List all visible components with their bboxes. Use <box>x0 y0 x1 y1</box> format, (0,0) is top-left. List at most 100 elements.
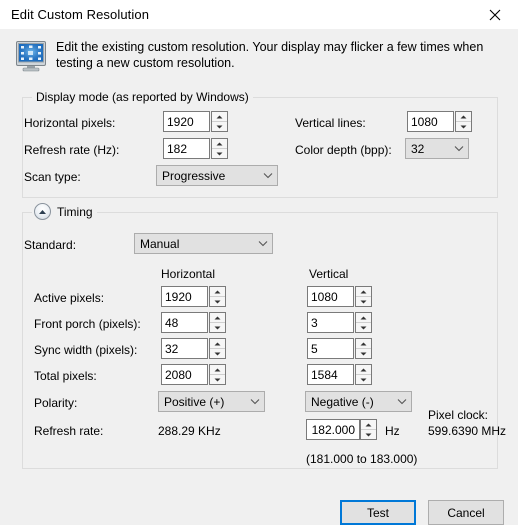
total-pixels-label: Total pixels: <box>34 369 97 383</box>
polarity-horizontal-value: Positive (+) <box>159 395 245 409</box>
front-porch-v-spin-buttons[interactable] <box>355 312 372 333</box>
spin-down-icon[interactable] <box>210 349 225 358</box>
spin-up-icon[interactable] <box>356 287 371 297</box>
timing-legend: Timing <box>32 203 97 220</box>
spin-down-icon[interactable] <box>356 349 371 358</box>
active-pixels-h-stepper[interactable] <box>161 286 226 307</box>
spin-up-icon[interactable] <box>212 139 227 149</box>
chevron-down-icon <box>449 145 468 152</box>
window-title: Edit Custom Resolution <box>11 7 149 22</box>
spin-up-icon[interactable] <box>212 112 227 122</box>
pixel-clock-value: 599.6390 MHz <box>428 424 506 438</box>
refresh-rate-hz-label: Refresh rate (Hz): <box>24 143 119 157</box>
close-icon <box>489 9 501 21</box>
spin-down-icon[interactable] <box>356 297 371 306</box>
total-pixels-h-input[interactable] <box>161 364 208 385</box>
horizontal-pixels-stepper[interactable] <box>163 111 228 132</box>
pixel-clock-label: Pixel clock: <box>428 408 488 422</box>
timing-refresh-rate-vertical-input[interactable] <box>306 419 360 440</box>
polarity-vertical-combobox[interactable]: Negative (-) <box>305 391 412 412</box>
scan-type-value: Progressive <box>157 169 258 183</box>
spin-up-icon[interactable] <box>210 365 225 375</box>
timing-collapse-button[interactable] <box>34 203 51 220</box>
spin-down-icon[interactable] <box>210 297 225 306</box>
spin-up-icon[interactable] <box>210 287 225 297</box>
spin-down-icon[interactable] <box>361 430 376 439</box>
polarity-vertical-value: Negative (-) <box>306 395 392 409</box>
info-banner: Edit the existing custom resolution. You… <box>0 29 518 87</box>
title-bar: Edit Custom Resolution <box>0 0 518 29</box>
standard-combobox[interactable]: Manual <box>134 233 273 254</box>
front-porch-v-stepper[interactable] <box>307 312 372 333</box>
horizontal-pixels-spin-buttons[interactable] <box>211 111 228 132</box>
standard-label: Standard: <box>24 238 76 252</box>
active-pixels-v-input[interactable] <box>307 286 354 307</box>
total-pixels-v-stepper[interactable] <box>307 364 372 385</box>
sync-width-label: Sync width (pixels): <box>34 343 137 357</box>
vertical-lines-stepper[interactable] <box>407 111 472 132</box>
chevron-down-icon <box>392 398 411 405</box>
active-pixels-v-spin-buttons[interactable] <box>355 286 372 307</box>
refresh-rate-range: (181.000 to 183.000) <box>306 452 417 466</box>
spin-down-icon[interactable] <box>356 375 371 384</box>
scan-type-combobox[interactable]: Progressive <box>156 165 278 186</box>
active-pixels-h-spin-buttons[interactable] <box>209 286 226 307</box>
column-header-vertical: Vertical <box>309 267 348 281</box>
active-pixels-h-input[interactable] <box>161 286 208 307</box>
sync-width-h-input[interactable] <box>161 338 208 359</box>
spin-up-icon[interactable] <box>210 339 225 349</box>
close-button[interactable] <box>472 0 518 29</box>
color-depth-combobox[interactable]: 32 <box>405 138 469 159</box>
front-porch-h-input[interactable] <box>161 312 208 333</box>
front-porch-label: Front porch (pixels): <box>34 317 141 331</box>
polarity-label: Polarity: <box>34 396 77 410</box>
sync-width-h-spin-buttons[interactable] <box>209 338 226 359</box>
active-pixels-v-stepper[interactable] <box>307 286 372 307</box>
display-mode-legend: Display mode (as reported by Windows) <box>32 90 253 104</box>
test-button[interactable]: Test <box>340 500 416 525</box>
spin-down-icon[interactable] <box>212 149 227 158</box>
polarity-horizontal-combobox[interactable]: Positive (+) <box>158 391 265 412</box>
front-porch-v-input[interactable] <box>307 312 354 333</box>
total-pixels-v-spin-buttons[interactable] <box>355 364 372 385</box>
spin-down-icon[interactable] <box>212 122 227 131</box>
spin-up-icon[interactable] <box>356 313 371 323</box>
spin-up-icon[interactable] <box>356 339 371 349</box>
front-porch-h-stepper[interactable] <box>161 312 226 333</box>
refresh-rate-hz-spin-buttons[interactable] <box>211 138 228 159</box>
sync-width-v-stepper[interactable] <box>307 338 372 359</box>
front-porch-h-spin-buttons[interactable] <box>209 312 226 333</box>
sync-width-v-input[interactable] <box>307 338 354 359</box>
sync-width-h-stepper[interactable] <box>161 338 226 359</box>
standard-value: Manual <box>135 237 253 251</box>
spin-down-icon[interactable] <box>456 122 471 131</box>
banner-text: Edit the existing custom resolution. You… <box>56 39 496 71</box>
spin-up-icon[interactable] <box>356 365 371 375</box>
spin-up-icon[interactable] <box>210 313 225 323</box>
vertical-lines-input[interactable] <box>407 111 454 132</box>
refresh-rate-hz-stepper[interactable] <box>163 138 228 159</box>
spin-down-icon[interactable] <box>210 375 225 384</box>
timing-refresh-rate-spin-buttons[interactable] <box>360 419 377 440</box>
cancel-button[interactable]: Cancel <box>428 500 504 525</box>
total-pixels-h-stepper[interactable] <box>161 364 226 385</box>
timing-legend-label: Timing <box>57 205 93 219</box>
vertical-lines-spin-buttons[interactable] <box>455 111 472 132</box>
total-pixels-h-spin-buttons[interactable] <box>209 364 226 385</box>
timing-refresh-rate-vertical-stepper[interactable] <box>306 419 377 440</box>
spin-down-icon[interactable] <box>356 323 371 332</box>
chevron-down-icon <box>258 172 277 179</box>
horizontal-pixels-input[interactable] <box>163 111 210 132</box>
sync-width-v-spin-buttons[interactable] <box>355 338 372 359</box>
spin-up-icon[interactable] <box>361 420 376 430</box>
active-pixels-label: Active pixels: <box>34 291 104 305</box>
color-depth-label: Color depth (bpp): <box>295 143 392 157</box>
refresh-rate-hz-input[interactable] <box>163 138 210 159</box>
spin-down-icon[interactable] <box>210 323 225 332</box>
monitor-icon <box>15 40 47 72</box>
vertical-lines-label: Vertical lines: <box>295 116 366 130</box>
column-header-horizontal: Horizontal <box>161 267 215 281</box>
spin-up-icon[interactable] <box>456 112 471 122</box>
chevron-down-icon <box>253 240 272 247</box>
total-pixels-v-input[interactable] <box>307 364 354 385</box>
